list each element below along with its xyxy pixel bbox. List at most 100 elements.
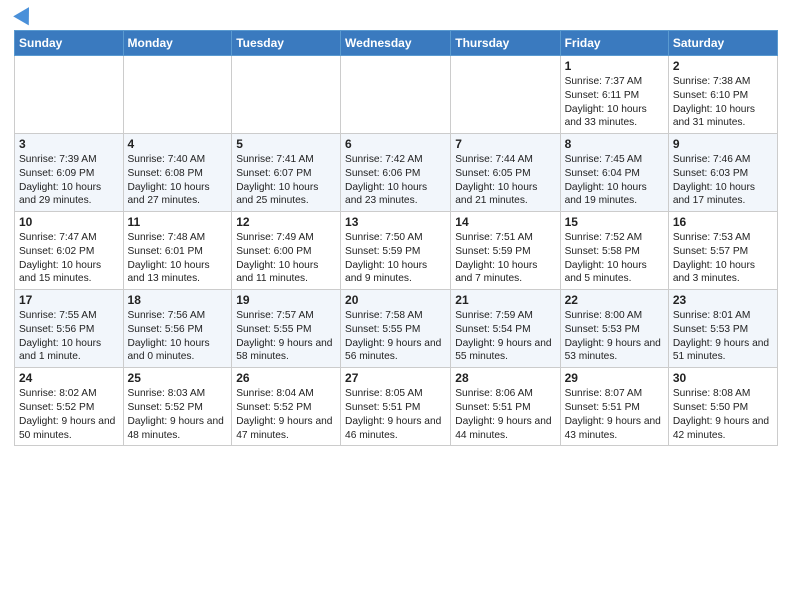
- cell-content: Sunrise: 7:59 AMSunset: 5:54 PMDaylight:…: [455, 309, 555, 364]
- cell-content: Sunrise: 7:41 AMSunset: 6:07 PMDaylight:…: [236, 153, 336, 208]
- cell-content: Sunrise: 8:08 AMSunset: 5:50 PMDaylight:…: [673, 387, 773, 442]
- calendar-cell: [232, 56, 341, 134]
- day-number: 17: [19, 293, 119, 307]
- day-number: 28: [455, 371, 555, 385]
- week-row-2: 3 Sunrise: 7:39 AMSunset: 6:09 PMDaylight…: [15, 134, 778, 212]
- cell-content: Sunrise: 7:38 AMSunset: 6:10 PMDaylight:…: [673, 75, 773, 130]
- cell-content: Sunrise: 8:02 AMSunset: 5:52 PMDaylight:…: [19, 387, 119, 442]
- day-number: 9: [673, 137, 773, 151]
- calendar-cell: 23Sunrise: 8:01 AMSunset: 5:53 PMDayligh…: [668, 290, 777, 368]
- day-number: 19: [236, 293, 336, 307]
- calendar-cell: [451, 56, 560, 134]
- cell-content: Sunrise: 7:40 AMSunset: 6:08 PMDaylight:…: [128, 153, 228, 208]
- calendar-cell: 17Sunrise: 7:55 AMSunset: 5:56 PMDayligh…: [15, 290, 124, 368]
- weekday-header-wednesday: Wednesday: [341, 31, 451, 56]
- day-number: 3: [19, 137, 119, 151]
- calendar-cell: [341, 56, 451, 134]
- cell-content: Sunrise: 7:50 AMSunset: 5:59 PMDaylight:…: [345, 231, 446, 286]
- calendar-cell: [123, 56, 232, 134]
- logo: [14, 10, 34, 22]
- cell-content: Sunrise: 8:01 AMSunset: 5:53 PMDaylight:…: [673, 309, 773, 364]
- calendar-cell: 13 Sunrise: 7:50 AMSunset: 5:59 PMDayligh…: [341, 212, 451, 290]
- cell-content: Sunrise: 7:47 AMSunset: 6:02 PMDaylight:…: [19, 231, 119, 286]
- calendar-cell: 10Sunrise: 7:47 AMSunset: 6:02 PMDayligh…: [15, 212, 124, 290]
- calendar-cell: 5 Sunrise: 7:41 AMSunset: 6:07 PMDaylight…: [232, 134, 341, 212]
- calendar-cell: 1 Sunrise: 7:37 AMSunset: 6:11 PMDaylight…: [560, 56, 668, 134]
- cell-content: Sunrise: 8:06 AMSunset: 5:51 PMDaylight:…: [455, 387, 555, 442]
- week-row-5: 24 Sunrise: 8:02 AMSunset: 5:52 PMDayligh…: [15, 368, 778, 446]
- calendar-cell: 16Sunrise: 7:53 AMSunset: 5:57 PMDayligh…: [668, 212, 777, 290]
- weekday-header-row: SundayMondayTuesdayWednesdayThursdayFrid…: [15, 31, 778, 56]
- day-number: 11: [128, 215, 228, 229]
- week-row-1: 1 Sunrise: 7:37 AMSunset: 6:11 PMDaylight…: [15, 56, 778, 134]
- calendar-cell: 28 Sunrise: 8:06 AMSunset: 5:51 PMDayligh…: [451, 368, 560, 446]
- cell-content: Sunrise: 7:56 AMSunset: 5:56 PMDaylight:…: [128, 309, 228, 364]
- page: SundayMondayTuesdayWednesdayThursdayFrid…: [0, 0, 792, 612]
- cell-content: Sunrise: 7:58 AMSunset: 5:55 PMDaylight:…: [345, 309, 446, 364]
- week-row-4: 17Sunrise: 7:55 AMSunset: 5:56 PMDayligh…: [15, 290, 778, 368]
- cell-content: Sunrise: 7:37 AMSunset: 6:11 PMDaylight:…: [565, 75, 664, 130]
- calendar-cell: 12 Sunrise: 7:49 AMSunset: 6:00 PMDayligh…: [232, 212, 341, 290]
- day-number: 4: [128, 137, 228, 151]
- cell-content: Sunrise: 7:48 AMSunset: 6:01 PMDaylight:…: [128, 231, 228, 286]
- calendar-cell: 26 Sunrise: 8:04 AMSunset: 5:52 PMDayligh…: [232, 368, 341, 446]
- day-number: 20: [345, 293, 446, 307]
- cell-content: Sunrise: 7:51 AMSunset: 5:59 PMDaylight:…: [455, 231, 555, 286]
- calendar-cell: 4 Sunrise: 7:40 AMSunset: 6:08 PMDaylight…: [123, 134, 232, 212]
- cell-content: Sunrise: 7:52 AMSunset: 5:58 PMDaylight:…: [565, 231, 664, 286]
- cell-content: Sunrise: 8:07 AMSunset: 5:51 PMDaylight:…: [565, 387, 664, 442]
- cell-content: Sunrise: 8:05 AMSunset: 5:51 PMDaylight:…: [345, 387, 446, 442]
- calendar-cell: 9Sunrise: 7:46 AMSunset: 6:03 PMDaylight…: [668, 134, 777, 212]
- day-number: 29: [565, 371, 664, 385]
- calendar-cell: 27 Sunrise: 8:05 AMSunset: 5:51 PMDayligh…: [341, 368, 451, 446]
- weekday-header-tuesday: Tuesday: [232, 31, 341, 56]
- calendar-cell: 19 Sunrise: 7:57 AMSunset: 5:55 PMDayligh…: [232, 290, 341, 368]
- week-row-3: 10Sunrise: 7:47 AMSunset: 6:02 PMDayligh…: [15, 212, 778, 290]
- calendar-cell: 6 Sunrise: 7:42 AMSunset: 6:06 PMDaylight…: [341, 134, 451, 212]
- day-number: 8: [565, 137, 664, 151]
- weekday-header-monday: Monday: [123, 31, 232, 56]
- calendar-cell: 14 Sunrise: 7:51 AMSunset: 5:59 PMDayligh…: [451, 212, 560, 290]
- cell-content: Sunrise: 7:57 AMSunset: 5:55 PMDaylight:…: [236, 309, 336, 364]
- calendar-cell: 30 Sunrise: 8:08 AMSunset: 5:50 PMDayligh…: [668, 368, 777, 446]
- cell-content: Sunrise: 7:45 AMSunset: 6:04 PMDaylight:…: [565, 153, 664, 208]
- calendar-cell: 15 Sunrise: 7:52 AMSunset: 5:58 PMDayligh…: [560, 212, 668, 290]
- cell-content: Sunrise: 8:04 AMSunset: 5:52 PMDaylight:…: [236, 387, 336, 442]
- day-number: 18: [128, 293, 228, 307]
- weekday-header-friday: Friday: [560, 31, 668, 56]
- calendar-cell: 25Sunrise: 8:03 AMSunset: 5:52 PMDayligh…: [123, 368, 232, 446]
- day-number: 12: [236, 215, 336, 229]
- calendar: SundayMondayTuesdayWednesdayThursdayFrid…: [14, 30, 778, 446]
- day-number: 2: [673, 59, 773, 73]
- calendar-cell: 11 Sunrise: 7:48 AMSunset: 6:01 PMDayligh…: [123, 212, 232, 290]
- cell-content: Sunrise: 7:44 AMSunset: 6:05 PMDaylight:…: [455, 153, 555, 208]
- day-number: 1: [565, 59, 664, 73]
- weekday-header-saturday: Saturday: [668, 31, 777, 56]
- calendar-cell: 2 Sunrise: 7:38 AMSunset: 6:10 PMDaylight…: [668, 56, 777, 134]
- day-number: 5: [236, 137, 336, 151]
- calendar-cell: 3 Sunrise: 7:39 AMSunset: 6:09 PMDaylight…: [15, 134, 124, 212]
- calendar-cell: 18 Sunrise: 7:56 AMSunset: 5:56 PMDayligh…: [123, 290, 232, 368]
- cell-content: Sunrise: 7:39 AMSunset: 6:09 PMDaylight:…: [19, 153, 119, 208]
- day-number: 22: [565, 293, 664, 307]
- calendar-cell: [15, 56, 124, 134]
- day-number: 26: [236, 371, 336, 385]
- day-number: 30: [673, 371, 773, 385]
- day-number: 14: [455, 215, 555, 229]
- calendar-cell: 20 Sunrise: 7:58 AMSunset: 5:55 PMDayligh…: [341, 290, 451, 368]
- day-number: 24: [19, 371, 119, 385]
- day-number: 16: [673, 215, 773, 229]
- day-number: 7: [455, 137, 555, 151]
- day-number: 15: [565, 215, 664, 229]
- weekday-header-thursday: Thursday: [451, 31, 560, 56]
- calendar-cell: 29 Sunrise: 8:07 AMSunset: 5:51 PMDayligh…: [560, 368, 668, 446]
- day-number: 6: [345, 137, 446, 151]
- day-number: 27: [345, 371, 446, 385]
- header: [14, 10, 778, 22]
- cell-content: Sunrise: 7:42 AMSunset: 6:06 PMDaylight:…: [345, 153, 446, 208]
- calendar-cell: 7 Sunrise: 7:44 AMSunset: 6:05 PMDaylight…: [451, 134, 560, 212]
- day-number: 13: [345, 215, 446, 229]
- logo-triangle-icon: [13, 3, 37, 26]
- cell-content: Sunrise: 7:49 AMSunset: 6:00 PMDaylight:…: [236, 231, 336, 286]
- cell-content: Sunrise: 8:03 AMSunset: 5:52 PMDaylight:…: [128, 387, 228, 442]
